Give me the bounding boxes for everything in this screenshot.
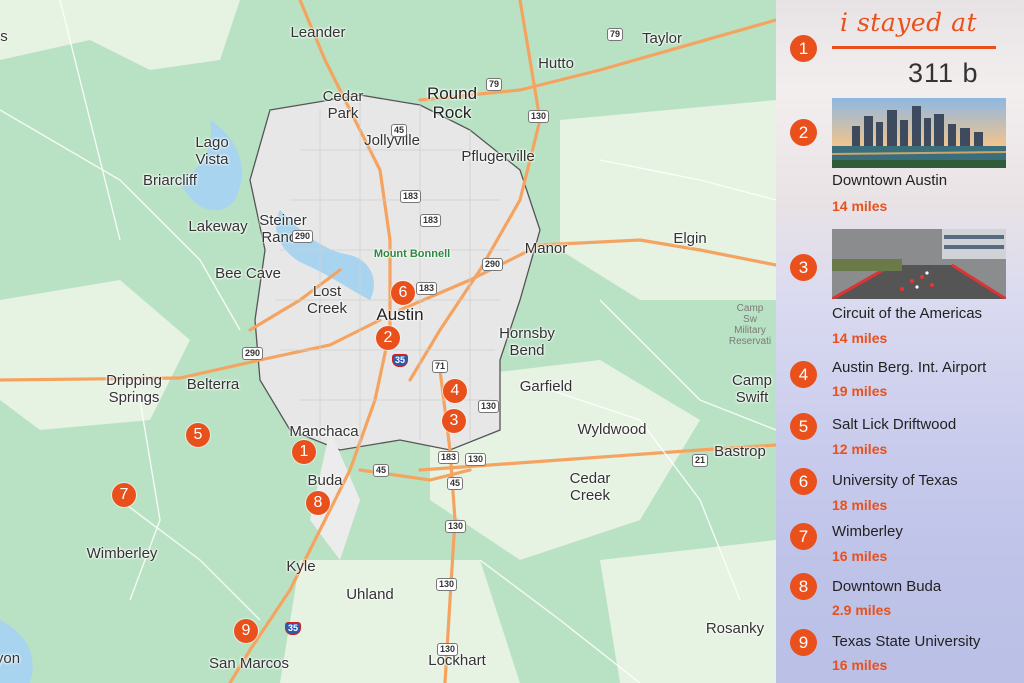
town-label: Kyle (286, 558, 316, 575)
location-marker-2[interactable]: 2 (376, 326, 400, 350)
route-shield: 130 (445, 520, 467, 533)
route-shield: 290 (482, 258, 504, 271)
location-marker-4[interactable]: 4 (443, 379, 467, 403)
itinerary-panel: 1 i stayed at 311 b 2 Downtown Austin 14 m… (776, 0, 1024, 683)
town-label: Taylor (641, 30, 683, 47)
town-label: Lakeway (188, 218, 248, 235)
destination-name: Austin Berg. Int. Airport (832, 359, 987, 376)
circuit-of-americas-photo (832, 229, 1006, 299)
town-label: Pflugerville (461, 148, 535, 165)
location-marker-8[interactable]: 8 (306, 491, 330, 515)
destination-distance: 16 miles (832, 548, 888, 564)
town-label: Briarcliff (143, 172, 197, 189)
route-shield: 130 (465, 453, 487, 466)
town-label: Cedar Park (322, 88, 364, 122)
town-label: Buda (307, 472, 343, 489)
destination-distance: 18 miles (832, 497, 888, 513)
town-label: Lost Creek (306, 283, 348, 317)
town-label: Dripping Springs (106, 372, 162, 406)
route-shield: 183 (438, 451, 460, 464)
panel-marker-2: 2 (790, 119, 817, 146)
destination-name: Downtown Buda (832, 578, 942, 595)
route-shield: 290 (242, 347, 264, 360)
route-shield: 130 (437, 643, 459, 656)
panel-marker-6: 6 (790, 468, 817, 495)
header-marker: 1 (790, 35, 817, 62)
destination-distance: 14 miles (832, 330, 888, 346)
destination-name: Texas State University (832, 633, 981, 650)
destination-distance: 16 miles (832, 657, 888, 673)
route-shield: 35 (285, 622, 302, 635)
town-label: Hutto (538, 55, 574, 72)
town-label: Cedar Creek (569, 470, 611, 504)
town-label: Garfield (519, 378, 573, 395)
route-shield: 79 (607, 28, 624, 41)
town-label: Wimberley (86, 545, 158, 562)
route-shield: 45 (447, 477, 464, 490)
town-label: Mount Bonnell (373, 248, 451, 260)
route-shield: 130 (478, 400, 500, 413)
destination-distance: 14 miles (832, 198, 888, 214)
destination-name: University of Texas (832, 472, 958, 489)
route-shield: 130 (436, 578, 458, 591)
destination-distance: 2.9 miles (832, 602, 892, 618)
destination-distance: 19 miles (832, 383, 888, 399)
route-shield: 45 (373, 464, 390, 477)
headline-underline (832, 46, 996, 49)
location-marker-6[interactable]: 6 (391, 281, 415, 305)
town-label: Round Rock (426, 84, 478, 122)
town-label: Manor (524, 240, 568, 257)
route-shield: 71 (432, 360, 449, 373)
panel-marker-5: 5 (790, 413, 817, 440)
location-marker-9[interactable]: 9 (234, 619, 258, 643)
panel-marker-8: 8 (790, 573, 817, 600)
route-shield: 183 (400, 190, 422, 203)
town-label: Manchaca (289, 423, 359, 440)
town-label: San Marcos (208, 655, 290, 672)
town-label: Wyldwood (577, 421, 647, 438)
town-label: Camp Sw Military Reservati (728, 303, 772, 347)
town-label: Camp Swift (731, 372, 773, 406)
location-marker-3[interactable]: 3 (442, 409, 466, 433)
downtown-austin-photo (832, 98, 1006, 168)
town-label: Austin (376, 305, 424, 324)
town-label: Elgin (673, 230, 707, 247)
town-label: Bee Cave (215, 265, 281, 282)
town-label: s (0, 28, 8, 45)
panel-marker-4: 4 (790, 361, 817, 388)
town-label: Hornsby Bend (499, 325, 555, 359)
map-view[interactable]: Leander Taylor Hutto Round Rock Cedar Park Jo… (0, 0, 776, 683)
destination-name: Wimberley (832, 523, 903, 540)
stay-address: 311 b (908, 58, 979, 88)
location-marker-5[interactable]: 5 (186, 423, 210, 447)
town-label: Lago Vista (195, 134, 229, 168)
headline: i stayed at (840, 8, 978, 37)
destination-name: Circuit of the Americas (832, 305, 983, 322)
town-label: Uhland (346, 586, 394, 603)
town-label: yon (0, 650, 21, 667)
route-shield: 183 (416, 282, 438, 295)
route-shield: 21 (692, 454, 709, 467)
route-shield: 183 (420, 214, 442, 227)
town-label: Bastrop (714, 443, 766, 460)
location-marker-1[interactable]: 1 (292, 440, 316, 464)
town-label: Rosanky (705, 620, 765, 637)
route-shield: 79 (486, 78, 503, 91)
destination-name: Downtown Austin (832, 172, 948, 189)
destination-name: Salt Lick Driftwood (832, 416, 957, 433)
route-shield: 130 (528, 110, 550, 123)
route-shield: 35 (392, 354, 409, 367)
panel-marker-7: 7 (790, 523, 817, 550)
town-label: Leander (290, 24, 346, 41)
route-shield: 45 (391, 124, 408, 137)
route-shield: 290 (292, 230, 314, 243)
location-marker-7[interactable]: 7 (112, 483, 136, 507)
panel-marker-9: 9 (790, 629, 817, 656)
destination-distance: 12 miles (832, 441, 888, 457)
town-label: Belterra (186, 376, 240, 393)
panel-marker-3: 3 (790, 254, 817, 281)
